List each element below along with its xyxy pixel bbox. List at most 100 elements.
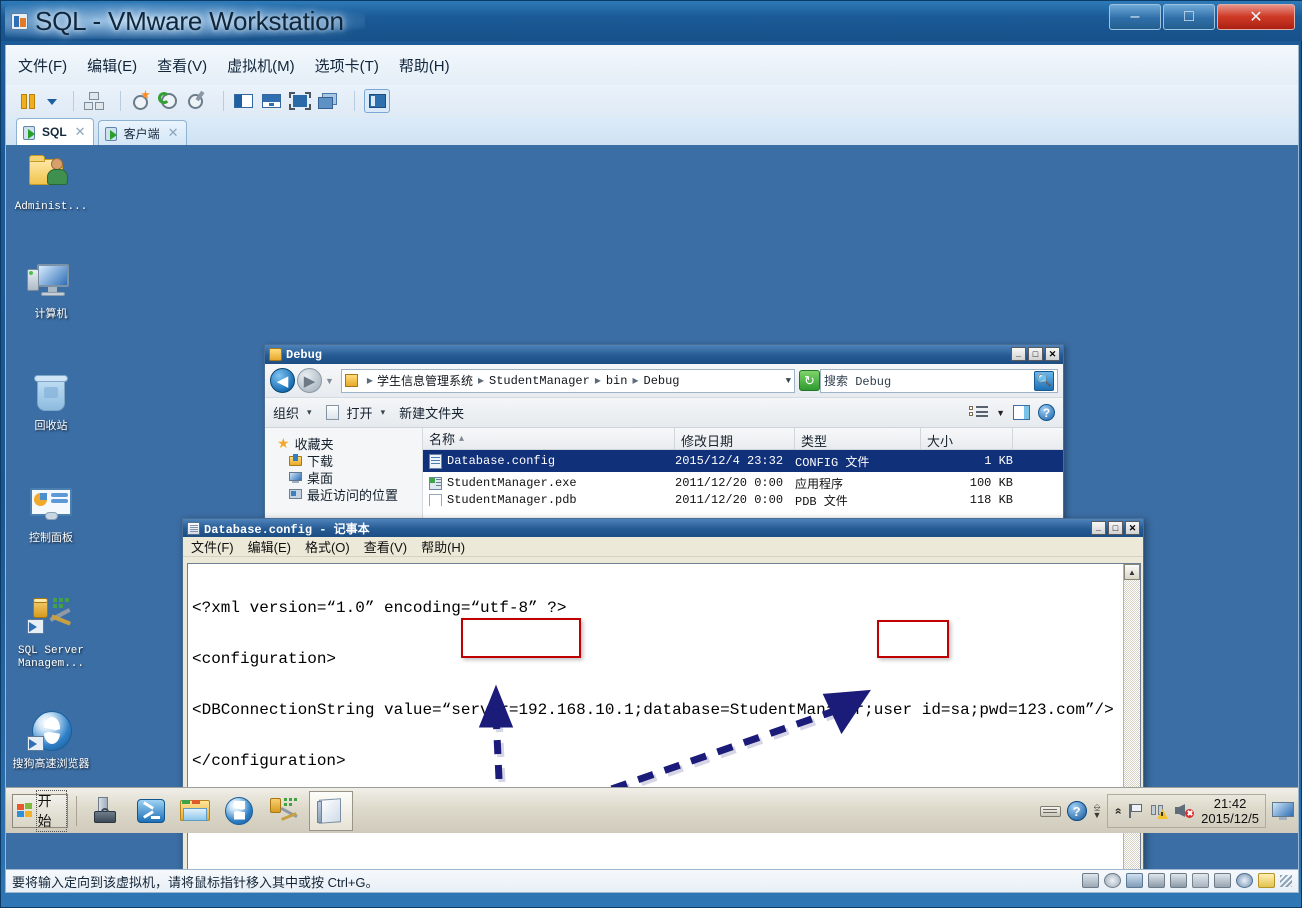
guest-desktop[interactable]: Administ... 计算机 回收站 控制面板 SQL Server Mana… [5,145,1299,869]
breadcrumb-item-2[interactable]: bin [606,374,628,388]
show-sidebar-icon[interactable] [233,90,255,112]
minimize-button[interactable]: – [1109,4,1161,30]
notepad-menu-file[interactable]: 文件(F) [191,537,234,556]
show-desktop-icon[interactable] [1272,802,1294,820]
menu-vm[interactable]: 虚拟机(M) [227,55,295,76]
desktop-icon-recycle-bin[interactable]: 回收站 [8,373,94,434]
maximize-button[interactable]: □ [1163,4,1215,30]
table-row[interactable]: StudentManager.pdb 2011/12/20 0:00 PDB 文… [423,494,1063,506]
toolbar-handle-icon[interactable]: ⎒ ▼ [1093,803,1102,820]
nav-item-downloads[interactable]: 下载 [277,452,422,469]
back-button[interactable]: ◀ [270,368,295,393]
resize-grip-icon[interactable] [1280,874,1292,887]
desktop-icon-administrator[interactable]: Administ... [8,153,94,214]
column-header-size[interactable]: 大小 [921,428,1013,449]
take-snapshot-icon[interactable] [130,90,152,112]
menu-file[interactable]: 文件(F) [18,55,67,76]
search-input[interactable]: 搜索 Debug 🔍 [820,368,1058,393]
explorer-maximize-button[interactable]: □ [1028,347,1043,361]
desktop-icon-control-panel[interactable]: 控制面板 [8,485,94,546]
help-icon[interactable]: ? [1066,801,1087,821]
unity-mode-icon[interactable] [317,90,339,112]
fullscreen-icon[interactable] [289,90,311,112]
dropdown-arrow-icon[interactable] [46,90,58,112]
tab-client[interactable]: 客户端 ✕ [97,120,187,145]
clock[interactable]: 21:42 2015/12/5 [1201,796,1259,826]
preview-pane-icon[interactable] [1013,405,1030,420]
notepad-menu-edit[interactable]: 编辑(E) [248,537,291,556]
quicklaunch-windows-explorer[interactable] [173,791,217,831]
column-header-type[interactable]: 类型 [795,428,921,449]
menu-view[interactable]: 查看(V) [157,55,207,76]
nav-item-desktop[interactable]: 桌面 [277,469,422,486]
network-icon[interactable] [1126,873,1143,888]
breadcrumb-item-0[interactable]: 学生信息管理系统 [377,372,473,389]
organize-dropdown-icon[interactable]: ▾ [307,407,312,418]
network-warning-icon[interactable] [1151,803,1169,819]
start-button[interactable]: 开始 [12,789,68,832]
refresh-icon[interactable]: ↻ [799,370,820,391]
camera-icon[interactable] [1214,873,1231,888]
quicklaunch-sql-server-tools[interactable] [261,791,305,831]
explorer-minimize-button[interactable]: _ [1011,347,1026,361]
search-icon[interactable]: 🔍 [1034,370,1054,391]
change-view-icon[interactable] [969,405,989,420]
quicklaunch-show-desktop-toolbox[interactable] [85,791,129,831]
usb-icon[interactable] [1192,873,1209,888]
explorer-close-button[interactable]: ✕ [1045,347,1060,361]
show-thumbnail-bar-icon[interactable] [261,90,283,112]
taskbar-task-notepad[interactable] [309,790,353,831]
notepad-maximize-button[interactable]: □ [1108,521,1123,535]
menu-help[interactable]: 帮助(H) [399,55,450,76]
revert-snapshot-icon[interactable] [158,90,180,112]
new-folder-button[interactable]: 新建文件夹 [399,403,464,422]
nav-item-favorites[interactable]: ★ 收藏夹 [277,435,422,452]
desktop-icon-computer[interactable]: 计算机 [8,261,94,322]
manage-snapshots-icon[interactable] [186,90,208,112]
hard-disk-icon[interactable] [1082,873,1099,888]
console-view-icon[interactable] [364,89,390,113]
change-view-dropdown-icon[interactable]: ▼ [996,408,1005,418]
message-log-icon[interactable] [1258,873,1275,888]
breadcrumb-item-3[interactable]: Debug [644,374,680,388]
bluetooth-icon[interactable] [1236,873,1253,888]
notepad-minimize-button[interactable]: _ [1091,521,1106,535]
breadcrumb-item-1[interactable]: StudentManager [489,374,590,388]
help-icon[interactable]: ? [1038,404,1055,421]
column-header-name[interactable]: 名称 ▴ [423,428,675,449]
notepad-menu-view[interactable]: 查看(V) [364,537,407,556]
sound-icon[interactable] [1170,873,1187,888]
tab-sql-close-icon[interactable]: ✕ [75,124,86,140]
open-dropdown-icon[interactable]: ▾ [381,407,386,418]
tab-sql[interactable]: SQL ✕ [16,118,94,145]
address-bar[interactable]: ▸ 学生信息管理系统 ▸ StudentManager ▸ bin ▸ Debu… [340,368,795,393]
printer-icon[interactable] [1148,873,1165,888]
pause-icon[interactable] [18,90,40,112]
table-row[interactable]: Database.config 2015/12/4 23:32 CONFIG 文… [423,450,1063,472]
table-row[interactable]: StudentManager.exe 2011/12/20 0:00 应用程序 … [423,472,1063,494]
flag-action-center-icon[interactable] [1128,803,1144,819]
desktop-icon-sogou-browser[interactable]: 搜狗高速浏览器 [8,711,94,772]
address-dropdown-icon[interactable]: ▼ [786,376,791,386]
explorer-file-list[interactable]: 名称 ▴ 修改日期 类型 大小 Database.config 2015/12/… [423,428,1063,520]
keyboard-icon[interactable] [1039,804,1061,818]
organize-button[interactable]: 组织 [273,403,299,422]
close-button[interactable]: ✕ [1217,4,1295,30]
scroll-up-button[interactable]: ▲ [1124,564,1140,580]
tab-client-close-icon[interactable]: ✕ [168,125,179,141]
recent-pages-chevron-icon[interactable]: ▼ [325,376,334,386]
open-button[interactable]: 打开 [347,403,373,422]
windows-explorer-window[interactable]: Debug _ □ ✕ ◀ ▶ ▼ ▸ 学生信息管理系统 ▸ StudentMa… [264,344,1064,520]
quicklaunch-powershell[interactable] [129,791,173,831]
snapshot-manager-icon[interactable] [83,90,105,112]
nav-item-recent-places[interactable]: 最近访问的位置 [277,486,422,503]
notepad-menu-help[interactable]: 帮助(H) [421,537,465,556]
desktop-icon-sql-server-management-studio[interactable]: SQL Server Managem... [8,597,94,671]
forward-button[interactable]: ▶ [297,368,322,393]
column-header-date[interactable]: 修改日期 [675,428,795,449]
cd-drive-icon[interactable] [1104,873,1121,888]
menu-tabs[interactable]: 选项卡(T) [315,55,379,76]
menu-edit[interactable]: 编辑(E) [87,55,137,76]
show-hidden-icons-icon[interactable]: » [1111,808,1125,815]
notepad-menu-format[interactable]: 格式(O) [305,537,350,556]
